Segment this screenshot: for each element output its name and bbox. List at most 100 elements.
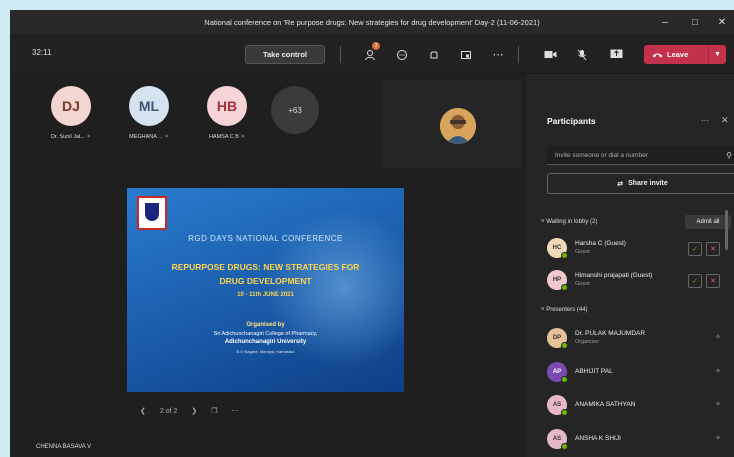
leave-button[interactable]: Leave ▼ xyxy=(644,45,726,64)
mic-icon[interactable] xyxy=(572,45,592,64)
shared-presentation-slide: RGD DAYS NATIONAL CONFERENCE REPURPOSE D… xyxy=(127,188,404,392)
teams-meeting-window: National conference on 'Re purpose drugs… xyxy=(10,10,734,457)
next-slide-icon[interactable]: ❯ xyxy=(191,407,197,415)
participant-name: ABHIJIT PAL xyxy=(575,368,613,375)
participant-name: ANSHA K SHIJI xyxy=(575,435,621,442)
participant-name: Dr. Sunil Jal... xyxy=(50,134,85,140)
mic-muted-icon: ✧ xyxy=(715,334,721,341)
participant-role: Organizer xyxy=(575,339,600,345)
meeting-stage: DJ Dr. Sunil Jal... ✧ ML MEGHANA ... ✧ H… xyxy=(10,74,524,457)
panel-scrollbar[interactable] xyxy=(725,210,728,250)
take-control-button[interactable]: Take control xyxy=(245,45,325,64)
participant-name: ANAMIKA SATHYAN xyxy=(575,401,636,408)
lobby-participant[interactable]: HP Himanshi prajapati (Guest) Guest ✓ ✕ xyxy=(547,270,734,292)
slide-title-line2: DRUG DEVELOPMENT xyxy=(219,276,312,286)
meeting-timer: 32:11 xyxy=(32,48,52,57)
presenter-participant[interactable]: AS ANSHA K SHIJI ✧ xyxy=(547,429,734,451)
participants-badge: 3 xyxy=(372,42,380,50)
share-screen-icon[interactable] xyxy=(606,45,626,64)
avatar: DJ xyxy=(51,86,91,126)
participant-name: MEGHANA ... xyxy=(129,134,163,140)
chat-icon[interactable] xyxy=(392,45,412,64)
slide-dates: 10 - 11th JUNE 2021 xyxy=(237,292,294,298)
presenter-participant[interactable]: AS ANAMIKA SATHYAN ✧ xyxy=(547,395,734,417)
avatar: HB xyxy=(207,86,247,126)
mic-muted-icon: ✧ xyxy=(86,134,92,140)
participant-name: Himanshi prajapati (Guest) xyxy=(575,272,653,279)
more-icon[interactable]: ⋯ xyxy=(232,407,239,415)
admit-icon[interactable]: ✓ xyxy=(688,242,702,256)
reactions-icon[interactable] xyxy=(424,45,444,64)
meeting-toolbar: 32:11 Take control 3 ⋯ Leave ▼ xyxy=(10,34,734,74)
participants-panel: Participants ⋯ ✕ Invite someone or dial … xyxy=(524,74,734,457)
presence-icon xyxy=(561,409,568,416)
slide-title-line1: REPURPOSE DRUGS: NEW STRATEGIES FOR xyxy=(171,262,360,272)
presence-icon xyxy=(561,284,568,291)
deny-icon[interactable]: ✕ xyxy=(706,242,720,256)
close-icon[interactable]: ✕ xyxy=(707,10,734,34)
rooms-icon[interactable] xyxy=(456,45,476,64)
admit-icon[interactable]: ✓ xyxy=(688,274,702,288)
chevron-down-icon: ˅ xyxy=(541,219,545,225)
previous-slide-icon[interactable]: ❮ xyxy=(140,407,146,415)
window-title: National conference on 'Re purpose drugs… xyxy=(204,17,540,27)
mic-muted-icon: ✧ xyxy=(715,368,721,375)
panel-more-icon[interactable]: ⋯ xyxy=(701,116,709,125)
presenter-name: CHENNA BASAVA V xyxy=(36,444,92,450)
gallery-participant[interactable]: ML MEGHANA ... ✧ xyxy=(109,86,189,140)
slide-university: Adichunchanagiri University xyxy=(224,339,307,345)
gallery-participant[interactable]: DJ Dr. Sunil Jal... ✧ xyxy=(31,86,111,140)
chevron-down-icon[interactable]: ▼ xyxy=(708,45,726,64)
mic-muted-icon: ✧ xyxy=(715,401,721,408)
participants-icon[interactable]: 3 xyxy=(360,42,380,64)
gallery-participant[interactable]: HB HAMSA C B ✧ xyxy=(187,86,267,140)
university-logo xyxy=(137,196,167,230)
panel-close-icon[interactable]: ✕ xyxy=(721,115,729,126)
participant-name: Harsha C (Guest) xyxy=(575,240,626,247)
chevron-down-icon: ˅ xyxy=(541,307,545,313)
participant-role: Guest xyxy=(575,281,590,287)
presence-icon xyxy=(561,342,568,349)
presence-icon xyxy=(561,252,568,259)
search-icon[interactable]: ⚲ xyxy=(721,146,734,165)
slide-header: RGD DAYS NATIONAL CONFERENCE xyxy=(188,234,343,243)
participant-name: HAMSA C B xyxy=(208,134,239,140)
more-participants-button[interactable]: +63 xyxy=(271,86,319,134)
mic-muted-icon: ✧ xyxy=(715,435,721,442)
participant-gallery: DJ Dr. Sunil Jal... ✧ ML MEGHANA ... ✧ H… xyxy=(10,74,524,174)
phone-icon xyxy=(652,53,663,57)
slide-navigation: ❮ 2 of 2 ❯ ❐ ⋯ xyxy=(140,404,239,418)
invite-input[interactable]: Invite someone or dial a number xyxy=(547,146,734,165)
minimize-icon[interactable]: – xyxy=(650,10,680,34)
lobby-participant[interactable]: HC Harsha C (Guest) Guest ✓ ✕ xyxy=(547,238,734,260)
mic-muted-icon: ✧ xyxy=(240,134,246,140)
panel-title: Participants xyxy=(547,116,596,126)
slide-page-indicator: 2 of 2 xyxy=(159,407,178,415)
toolbar-divider xyxy=(340,46,341,63)
video-tile[interactable] xyxy=(382,80,522,168)
presenter-participant[interactable]: DP Dr. PULAK MAJUMDAR Organizer ✧ xyxy=(547,328,734,350)
share-invite-label: Share invite xyxy=(628,180,668,187)
deny-icon[interactable]: ✕ xyxy=(706,274,720,288)
share-invite-button[interactable]: ⇄ Share invite xyxy=(547,173,734,194)
participant-name: Dr. PULAK MAJUMDAR xyxy=(575,330,646,337)
maximize-icon[interactable]: □ xyxy=(680,10,710,34)
leave-label: Leave xyxy=(667,50,689,59)
participant-role: Guest xyxy=(575,249,590,255)
presenters-section-header[interactable]: ˅ Presenters (44) xyxy=(541,307,588,313)
share-icon: ⇄ xyxy=(617,180,624,188)
lobby-section-header[interactable]: ˅ Waiting in lobby (2) xyxy=(541,219,597,225)
slide-organised-by: Organised by xyxy=(246,322,285,328)
camera-icon[interactable] xyxy=(540,45,560,64)
more-actions-icon[interactable]: ⋯ xyxy=(488,45,508,64)
slide-address: B.G Nagara, Mandya, Karnataka xyxy=(236,349,295,354)
slide-college: Sri Adichunchanagiri College of Pharmacy… xyxy=(213,331,318,337)
mic-muted-icon: ✧ xyxy=(164,134,169,140)
presence-icon xyxy=(561,376,568,383)
title-bar: National conference on 'Re purpose drugs… xyxy=(10,10,734,34)
presenter-participant[interactable]: AP ABHIJIT PAL ✧ xyxy=(547,362,734,384)
avatar: ML xyxy=(129,86,169,126)
presence-icon xyxy=(561,443,568,450)
copy-icon[interactable]: ❐ xyxy=(211,407,217,415)
participant-video xyxy=(440,108,476,144)
